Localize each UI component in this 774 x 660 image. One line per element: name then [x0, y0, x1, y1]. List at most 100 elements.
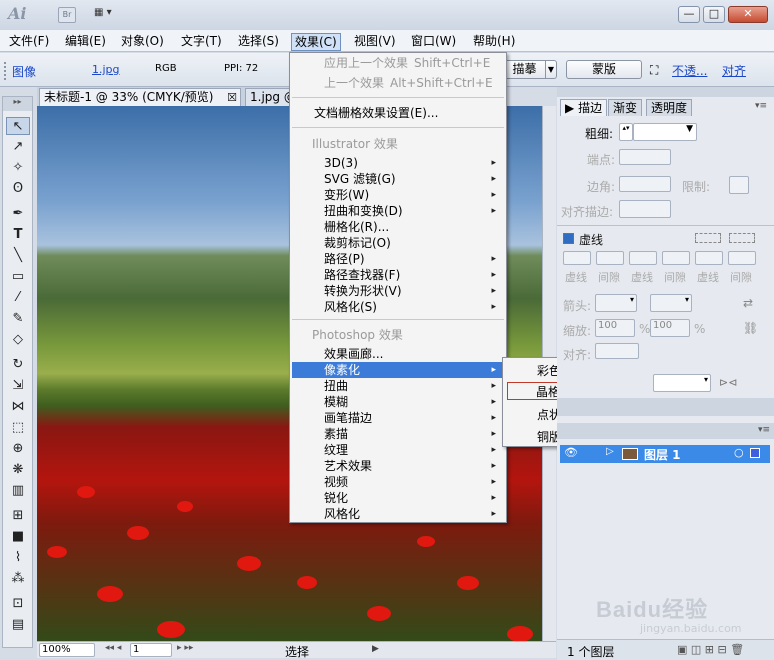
minimize-button[interactable]: — — [678, 6, 700, 23]
rectangle-tool-icon[interactable]: ▭ — [6, 268, 30, 286]
menu-stylize-ps[interactable]: 风格化 — [292, 506, 504, 522]
dash-input-2[interactable] — [629, 251, 657, 265]
menu-texture[interactable]: 纹理 — [292, 442, 504, 458]
status-mode[interactable]: 选择 — [285, 643, 309, 660]
close-button[interactable]: ✕ — [728, 6, 768, 23]
free-transform-tool-icon[interactable]: ⬚ — [6, 419, 30, 437]
lasso-tool-icon[interactable]: ʘ — [6, 180, 30, 198]
artboard-tool-icon[interactable]: ⊡ — [6, 595, 30, 613]
trace-button[interactable]: 描摹 — [503, 60, 545, 79]
menu-rasterize[interactable]: 栅格化(R)... — [292, 219, 504, 235]
menu-svg-filters[interactable]: SVG 滤镜(G) — [292, 171, 504, 187]
pencil-tool-icon[interactable]: ✎ — [6, 310, 30, 328]
arrange-documents-icon[interactable]: ▦ ▾ — [94, 7, 126, 23]
page-nav-icon[interactable]: ◂◂ ◂ — [105, 643, 121, 653]
menu-crop-marks[interactable]: 裁剪标记(O) — [292, 235, 504, 251]
maximize-button[interactable]: □ — [703, 6, 725, 23]
page-select[interactable]: 1 — [130, 643, 172, 657]
eye-icon[interactable]: 👁 — [564, 446, 578, 459]
menu-effect[interactable]: 效果(C) — [291, 33, 341, 51]
arrowhead-start-select[interactable]: ▾ — [595, 294, 637, 312]
line-tool-icon[interactable]: ╲ — [6, 247, 30, 265]
layers-panel-header[interactable] — [557, 423, 774, 439]
menu-distort-transform[interactable]: 扭曲和变换(D) — [292, 203, 504, 219]
selection-tool-icon[interactable]: ↖ — [6, 117, 30, 135]
layers-menu-icon[interactable]: ▾≡ — [758, 425, 770, 435]
menu-effect-gallery[interactable]: 效果画廊... — [292, 346, 504, 362]
menu-blur[interactable]: 模糊 — [292, 394, 504, 410]
mesh-tool-icon[interactable]: ⊞ — [6, 507, 30, 525]
scale-tool-icon[interactable]: ⇲ — [6, 377, 30, 395]
slice-tool-icon[interactable]: ▤ — [6, 616, 30, 634]
swap-arrows-icon[interactable]: ⇄ — [743, 296, 753, 310]
menu-file[interactable]: 文件(F) — [6, 33, 52, 51]
direct-selection-tool-icon[interactable]: ↗ — [6, 138, 30, 156]
reflect-icon[interactable]: ⊳⊲ — [719, 376, 737, 389]
menu-raster-settings[interactable]: 文档栅格效果设置(E)... — [292, 105, 504, 121]
rotate-tool-icon[interactable]: ↻ — [6, 356, 30, 374]
scale-input-1[interactable]: 100 — [595, 319, 635, 337]
dashed-checkbox[interactable] — [563, 233, 574, 244]
dash-preserve-icon[interactable] — [695, 233, 721, 243]
dash-align-icon[interactable] — [729, 233, 755, 243]
arrowhead-end-select[interactable]: ▾ — [650, 294, 692, 312]
menu-path[interactable]: 路径(P) — [292, 251, 504, 267]
panel-header-collapsed[interactable] — [557, 398, 774, 416]
corner-buttons[interactable] — [619, 176, 671, 192]
menu-pixelate[interactable]: 像素化 — [292, 362, 504, 378]
symbol-sprayer-tool-icon[interactable]: ❋ — [6, 461, 30, 479]
shape-builder-tool-icon[interactable]: ⊕ — [6, 440, 30, 458]
menu-type[interactable]: 文字(T) — [178, 33, 225, 51]
bridge-button[interactable]: Br — [58, 7, 76, 23]
limit-input[interactable] — [729, 176, 749, 194]
menu-window[interactable]: 窗口(W) — [408, 33, 459, 51]
panel-menu-icon[interactable]: ▾≡ — [755, 101, 767, 111]
layer-row[interactable]: 👁 ▷ 图层 1 ○ — [560, 445, 770, 463]
align-stroke-buttons[interactable] — [619, 200, 671, 218]
eyedropper-tool-icon[interactable]: ⌇ — [6, 549, 30, 567]
menu-last-effect[interactable]: 上一个效果 Alt+Shift+Ctrl+E — [292, 75, 504, 91]
scale-input-2[interactable]: 100 — [650, 319, 690, 337]
gradient-tool-icon[interactable]: ■ — [6, 528, 30, 546]
align-link[interactable]: 对齐 — [722, 62, 746, 79]
menu-warp[interactable]: 变形(W) — [292, 187, 504, 203]
menu-video[interactable]: 视频 — [292, 474, 504, 490]
brush-select[interactable]: ▾ — [653, 374, 711, 392]
weight-select[interactable]: ▼ — [633, 123, 697, 141]
menu-select[interactable]: 选择(S) — [235, 33, 282, 51]
menu-3d[interactable]: 3D(3) — [292, 155, 504, 171]
toolbox-collapse-icon[interactable]: ▸▸ — [3, 97, 32, 111]
zoom-select[interactable]: 100% — [39, 643, 95, 657]
menu-help[interactable]: 帮助(H) — [470, 33, 518, 51]
weight-stepper[interactable]: ▴▾ — [619, 123, 633, 141]
trace-dropdown-icon[interactable]: ▼ — [545, 60, 557, 79]
tab-transparency[interactable]: 透明度 — [646, 99, 693, 116]
dash-input-1[interactable] — [563, 251, 591, 265]
close-tab-icon[interactable]: ☒ — [227, 89, 237, 106]
blend-tool-icon[interactable]: ⁂ — [6, 570, 30, 588]
target-icon[interactable]: ○ — [734, 446, 744, 459]
expand-icon[interactable]: ▷ — [606, 446, 614, 457]
crop-icon[interactable]: ⛶ — [650, 63, 658, 78]
eraser-tool-icon[interactable]: ◇ — [6, 331, 30, 349]
menu-brush-strokes[interactable]: 画笔描边 — [292, 410, 504, 426]
status-arrow-icon[interactable]: ▶ — [372, 644, 379, 654]
mask-button[interactable]: 蒙版 — [566, 60, 642, 79]
layer-actions-icon[interactable]: ▣ ◫ ⊞ ⊟ 🗑 — [677, 643, 744, 656]
layer-name[interactable]: 图层 1 — [644, 446, 681, 463]
page-next-icon[interactable]: ▸ ▸▸ — [177, 643, 193, 653]
magic-wand-tool-icon[interactable]: ✧ — [6, 159, 30, 177]
dash-input-3[interactable] — [695, 251, 723, 265]
tab-untitled[interactable]: 未标题-1 @ 33% (CMYK/预览) ☒ — [39, 88, 241, 106]
pen-tool-icon[interactable]: ✒ — [6, 205, 30, 223]
image-label[interactable]: 图像 — [12, 63, 36, 80]
menu-artistic[interactable]: 艺术效果 — [292, 458, 504, 474]
tab-gradient[interactable]: 渐变 — [608, 99, 643, 116]
link-scale-icon[interactable]: ⛓ — [743, 321, 758, 335]
gap-input-2[interactable] — [662, 251, 690, 265]
tab-stroke[interactable]: ▶ 描边 — [560, 99, 608, 116]
menu-distort[interactable]: 扭曲 — [292, 378, 504, 394]
menu-stylize-ai[interactable]: 风格化(S) — [292, 299, 504, 315]
menu-object[interactable]: 对象(O) — [118, 33, 167, 51]
gap-input-1[interactable] — [596, 251, 624, 265]
